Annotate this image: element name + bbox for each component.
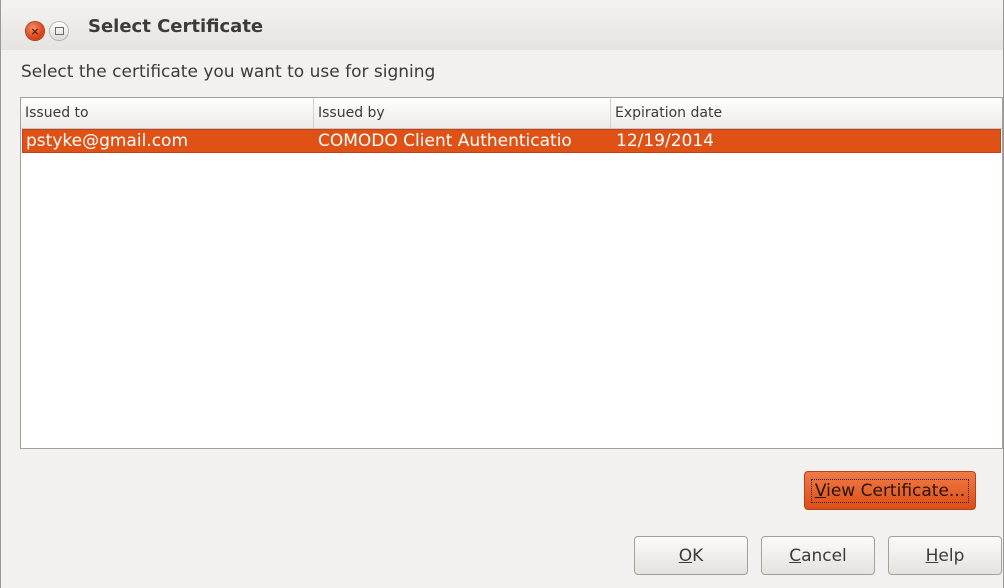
ok-rest: K: [692, 545, 704, 566]
cell-issued-by: COMODO Client Authenticatio: [318, 131, 572, 151]
select-certificate-dialog: × Select Certificate Select the certific…: [0, 0, 1004, 588]
help-mnemonic: H: [925, 545, 939, 566]
ok-mnemonic: O: [678, 545, 693, 566]
view-certificate-rest: iew Certificate...: [826, 480, 966, 501]
maximize-icon[interactable]: [50, 22, 68, 40]
close-icon[interactable]: ×: [26, 22, 44, 40]
cell-expiration-date: 12/19/2014: [616, 131, 714, 151]
help-rest: elp: [938, 545, 965, 566]
column-header-expiration-date[interactable]: Expiration date: [611, 98, 1002, 128]
help-button[interactable]: Help: [888, 536, 1002, 575]
cell-issued-to: pstyke@gmail.com: [26, 131, 188, 151]
window-title: Select Certificate: [88, 16, 264, 37]
view-certificate-mnemonic: V: [814, 480, 827, 501]
view-certificate-button[interactable]: View Certificate...: [804, 471, 976, 510]
view-certificate-label: View Certificate...: [810, 478, 970, 503]
column-header-issued-by[interactable]: Issued by: [314, 98, 611, 128]
column-header-issued-to[interactable]: Issued to: [21, 98, 314, 128]
cancel-mnemonic: C: [789, 545, 802, 566]
instruction-label: Select the certificate you want to use f…: [21, 62, 436, 82]
cancel-button[interactable]: Cancel: [761, 536, 875, 575]
certificate-list[interactable]: Issued to Issued by Expiration date psty…: [20, 97, 1003, 449]
list-header: Issued to Issued by Expiration date: [21, 98, 1002, 129]
table-row[interactable]: pstyke@gmail.com COMODO Client Authentic…: [22, 129, 1001, 153]
ok-button[interactable]: OK: [634, 536, 748, 575]
title-bar[interactable]: × Select Certificate: [1, 0, 1003, 50]
cancel-rest: ancel: [801, 545, 847, 566]
